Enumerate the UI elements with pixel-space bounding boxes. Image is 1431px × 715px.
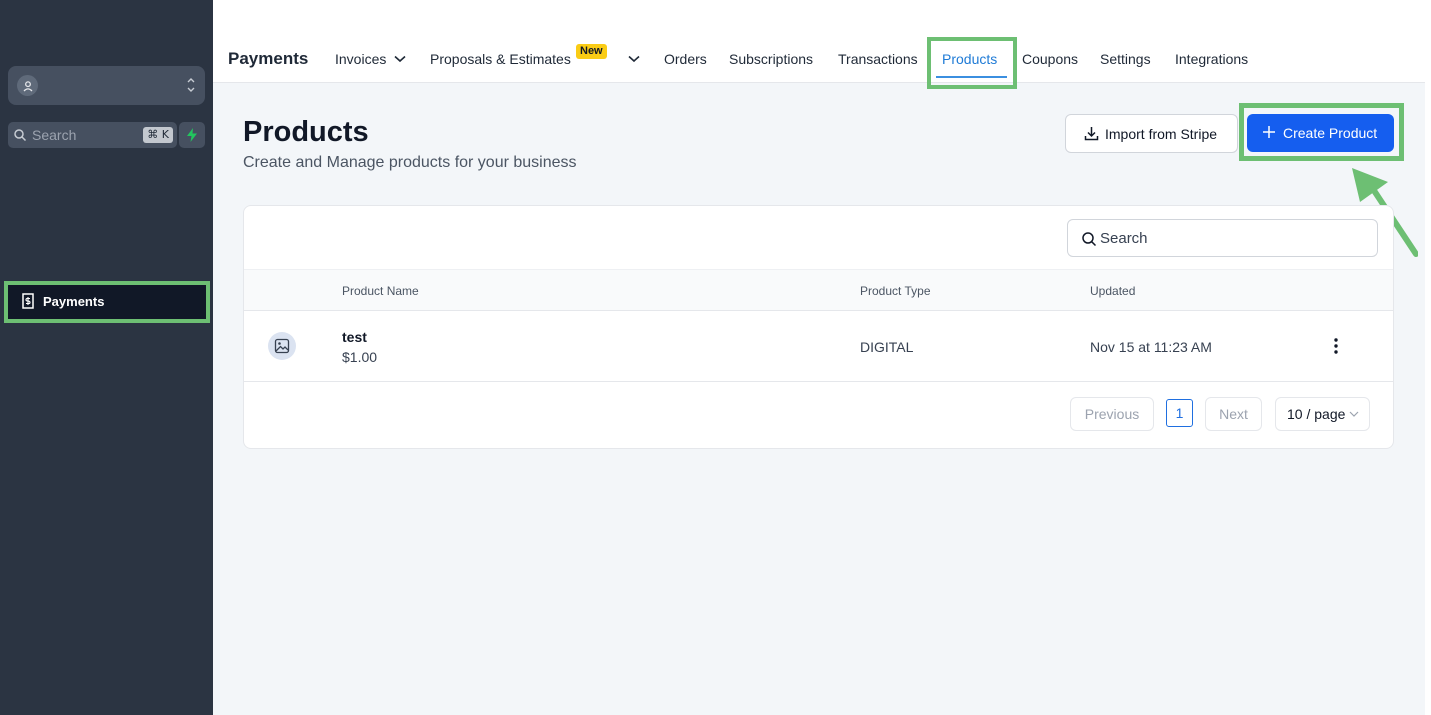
create-product-button[interactable]: Create Product	[1247, 114, 1394, 152]
previous-page-button[interactable]: Previous	[1070, 397, 1154, 431]
chevron-down-icon	[1349, 411, 1359, 417]
sidebar-item-label: Payments	[43, 294, 105, 309]
create-button-label: Create Product	[1283, 125, 1378, 141]
right-edge	[1425, 34, 1431, 715]
import-from-stripe-button[interactable]: Import from Stripe	[1065, 114, 1238, 153]
account-switcher[interactable]	[8, 66, 205, 105]
image-icon	[274, 338, 290, 354]
products-table-card: Search Product Name Product Type Updated…	[243, 205, 1394, 449]
tab-subscriptions[interactable]: Subscriptions	[729, 51, 813, 67]
chevron-down-icon[interactable]	[628, 55, 640, 63]
next-page-button[interactable]: Next	[1205, 397, 1262, 431]
tab-integrations[interactable]: Integrations	[1175, 51, 1248, 67]
product-updated: Nov 15 at 11:23 AM	[1090, 339, 1212, 355]
sidebar: Search ⌘ K Payments	[0, 0, 213, 715]
download-icon	[1084, 127, 1099, 141]
sidebar-search-placeholder: Search	[32, 127, 77, 143]
product-price: $1.00	[342, 349, 378, 365]
table-header: Product Name Product Type Updated	[244, 269, 1393, 311]
tab-settings[interactable]: Settings	[1100, 51, 1151, 67]
chevron-down-icon[interactable]	[394, 55, 406, 63]
top-bar	[213, 0, 1431, 34]
main-content: Payments Invoices Proposals & Estimates …	[213, 0, 1431, 715]
updown-chevron-icon	[187, 78, 195, 92]
plus-icon	[1263, 126, 1275, 138]
import-button-label: Import from Stripe	[1105, 126, 1218, 142]
page-title: Products	[243, 116, 369, 148]
section-title: Payments	[228, 49, 309, 68]
page-size-label: 10 / page	[1287, 406, 1346, 422]
tab-invoices[interactable]: Invoices	[335, 51, 386, 67]
product-name[interactable]: test	[342, 329, 367, 345]
quick-action-button[interactable]	[179, 122, 205, 148]
column-product-name[interactable]: Product Name	[342, 284, 419, 298]
tab-proposals-estimates[interactable]: Proposals & Estimates	[430, 51, 571, 67]
search-icon	[14, 129, 27, 142]
product-type: DIGITAL	[860, 339, 914, 355]
account-icon	[17, 75, 38, 96]
tab-coupons[interactable]: Coupons	[1022, 51, 1078, 67]
current-page[interactable]: 1	[1166, 399, 1193, 427]
top-nav: Payments Invoices Proposals & Estimates …	[213, 34, 1425, 83]
table-row[interactable]: test $1.00 DIGITAL Nov 15 at 11:23 AM	[244, 311, 1393, 382]
active-tab-indicator	[936, 76, 1007, 78]
tab-transactions[interactable]: Transactions	[838, 51, 918, 67]
tab-products[interactable]: Products	[942, 51, 997, 67]
column-product-type[interactable]: Product Type	[860, 284, 931, 298]
sidebar-search[interactable]: Search ⌘ K	[8, 122, 177, 148]
new-badge: New	[576, 44, 607, 59]
receipt-icon	[22, 293, 34, 309]
tab-orders[interactable]: Orders	[664, 51, 707, 67]
column-updated[interactable]: Updated	[1090, 284, 1135, 298]
bolt-icon	[187, 128, 197, 142]
sidebar-item-payments[interactable]: Payments	[4, 281, 210, 323]
page-subtitle: Create and Manage products for your busi…	[243, 154, 577, 171]
table-search-placeholder: Search	[1100, 230, 1148, 247]
more-options-icon[interactable]	[1328, 337, 1344, 355]
search-icon	[1082, 232, 1097, 247]
product-image-placeholder	[268, 332, 296, 360]
table-search-input[interactable]: Search	[1067, 219, 1378, 257]
page-size-select[interactable]: 10 / page	[1275, 397, 1370, 431]
shortcut-badge: ⌘ K	[143, 127, 173, 143]
